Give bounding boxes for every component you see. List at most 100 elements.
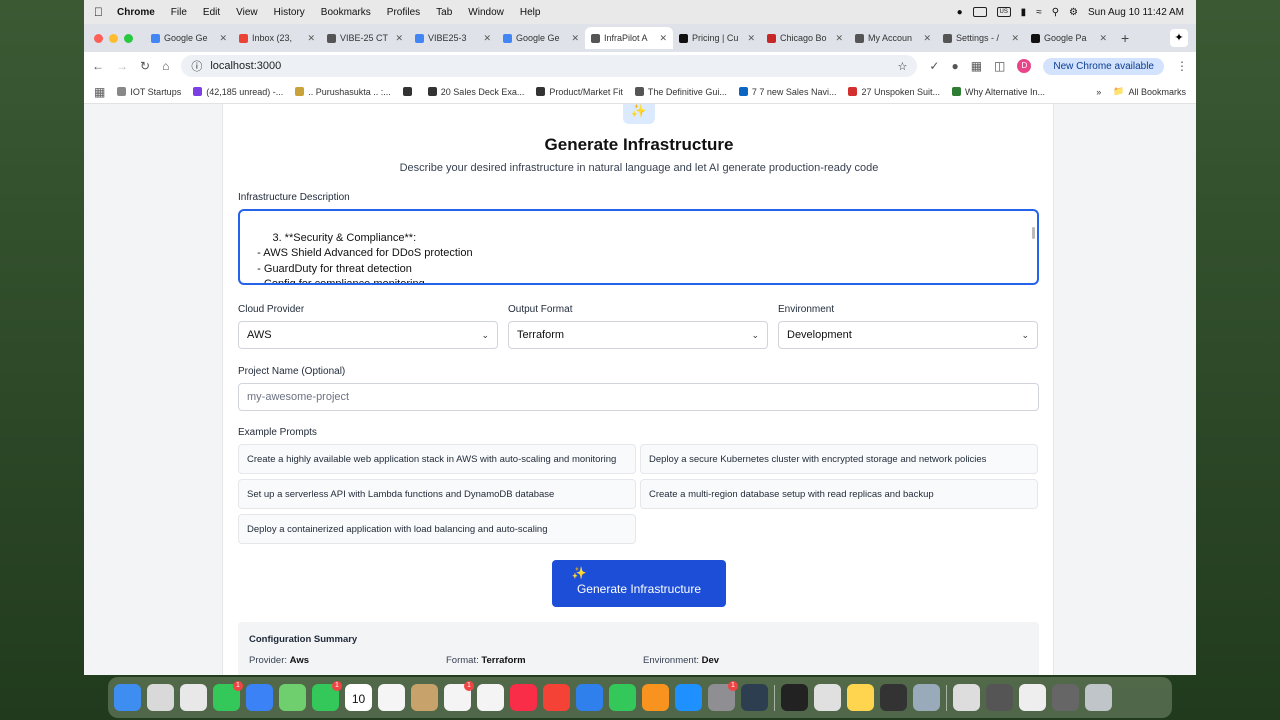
numbers-icon[interactable] bbox=[609, 684, 636, 711]
browser-tab[interactable]: My Accoun ✕ bbox=[849, 27, 937, 49]
menu-help[interactable]: Help bbox=[520, 7, 541, 18]
trash-icon[interactable] bbox=[1085, 684, 1112, 711]
chrome-icon[interactable] bbox=[180, 684, 207, 711]
bookmarks-overflow-icon[interactable]: » bbox=[1096, 87, 1101, 97]
all-bookmarks-button[interactable]: 📁 All Bookmarks bbox=[1113, 86, 1186, 97]
back-icon[interactable]: ← bbox=[92, 59, 104, 73]
notes-icon[interactable] bbox=[847, 684, 874, 711]
document-icon[interactable] bbox=[953, 684, 980, 711]
preview-icon[interactable] bbox=[913, 684, 940, 711]
apps-grid-icon[interactable]: ▦ bbox=[94, 85, 105, 99]
apple-icon[interactable]:  bbox=[94, 5, 103, 19]
menubar-clock[interactable]: Sun Aug 10 11:42 AM bbox=[1088, 7, 1184, 18]
output-format-select[interactable]: Terraform ⌄ bbox=[508, 321, 768, 349]
close-tab-icon[interactable]: ✕ bbox=[307, 33, 315, 44]
new-tab-button[interactable]: + bbox=[1121, 30, 1129, 46]
bookmark-item[interactable]: 27 Unspoken Suit... bbox=[848, 87, 940, 97]
colorsync-icon[interactable] bbox=[814, 684, 841, 711]
browser-tab[interactable]: Pricing | Cu ✕ bbox=[673, 27, 761, 49]
environment-select[interactable]: Development ⌄ bbox=[778, 321, 1038, 349]
menu-history[interactable]: History bbox=[274, 7, 305, 18]
contacts-icon[interactable] bbox=[411, 684, 438, 711]
bookmark-item[interactable]: The Definitive Gui... bbox=[634, 87, 727, 97]
bookmark-item[interactable]: .. Purushasukta .. :... bbox=[295, 87, 391, 97]
record-icon[interactable]: ● bbox=[957, 7, 963, 18]
side-panel-icon[interactable]: ◫ bbox=[994, 59, 1005, 73]
browser-tab[interactable]: Inbox (23, ✕ bbox=[233, 27, 321, 49]
bookmark-item[interactable]: Product/Market Fit bbox=[536, 87, 623, 97]
example-prompt-5[interactable]: Deploy a containerized application with … bbox=[238, 514, 636, 544]
document-3-icon[interactable] bbox=[1019, 684, 1046, 711]
example-prompt-1[interactable]: Create a highly available web applicatio… bbox=[238, 444, 636, 474]
document-2-icon[interactable] bbox=[986, 684, 1013, 711]
music-icon[interactable] bbox=[510, 684, 537, 711]
forward-icon[interactable]: → bbox=[116, 59, 128, 73]
browser-tab[interactable]: VIBE-25 CT ✕ bbox=[321, 27, 409, 49]
zoom-window-button[interactable] bbox=[124, 33, 133, 43]
close-tab-icon[interactable]: ✕ bbox=[747, 33, 755, 44]
url-text[interactable]: localhost:3000 bbox=[210, 60, 281, 72]
finder-icon[interactable] bbox=[114, 684, 141, 711]
menu-view[interactable]: View bbox=[236, 7, 258, 18]
document-4-icon[interactable] bbox=[1052, 684, 1079, 711]
home-icon[interactable]: ⌂ bbox=[162, 59, 169, 73]
browser-tab[interactable]: Google Ge ✕ bbox=[145, 27, 233, 49]
control-center-icon[interactable]: ⚙ bbox=[1069, 7, 1078, 18]
example-prompt-3[interactable]: Set up a serverless API with Lambda func… bbox=[238, 479, 636, 509]
app-store-icon[interactable] bbox=[675, 684, 702, 711]
freeform-icon[interactable] bbox=[477, 684, 504, 711]
photos-icon[interactable] bbox=[378, 684, 405, 711]
minimize-window-button[interactable] bbox=[109, 33, 118, 43]
browser-tab[interactable]: VIBE25-3 ✕ bbox=[409, 27, 497, 49]
close-tab-icon[interactable]: ✕ bbox=[483, 33, 491, 44]
close-tab-icon[interactable]: ✕ bbox=[1099, 33, 1107, 44]
input-source-indicator[interactable]: US bbox=[996, 7, 1011, 17]
menubar-app-name[interactable]: Chrome bbox=[117, 7, 155, 18]
bookmark-item[interactable]: 7 7 new Sales Navi... bbox=[738, 87, 836, 97]
kebab-menu-icon[interactable]: ⋮ bbox=[1176, 59, 1188, 73]
close-tab-icon[interactable]: ✕ bbox=[659, 33, 667, 44]
menu-file[interactable]: File bbox=[171, 7, 187, 18]
reload-icon[interactable]: ↻ bbox=[140, 59, 150, 73]
description-textarea[interactable]: 3. **Security & Compliance**: - AWS Shie… bbox=[238, 209, 1039, 285]
address-bar[interactable]: ⓘ localhost:3000 ☆ bbox=[181, 55, 918, 77]
pages-icon[interactable] bbox=[642, 684, 669, 711]
browser-tab[interactable]: Google Pa ✕ bbox=[1025, 27, 1113, 49]
puzzle-icon[interactable]: ▦ bbox=[971, 59, 982, 73]
close-tab-icon[interactable]: ✕ bbox=[219, 33, 227, 44]
example-prompt-2[interactable]: Deploy a secure Kubernetes cluster with … bbox=[640, 444, 1038, 474]
system-settings-icon[interactable]: 1 bbox=[708, 681, 738, 711]
cursor-icon[interactable] bbox=[880, 684, 907, 711]
bookmark-item[interactable]: (42,185 unread) -... bbox=[193, 87, 283, 97]
close-tab-icon[interactable]: ✕ bbox=[923, 33, 931, 44]
quicktime-icon[interactable] bbox=[741, 684, 768, 711]
bookmark-item[interactable]: 20 Sales Deck Exa... bbox=[427, 87, 524, 97]
calendar-icon[interactable]: 10 bbox=[345, 684, 372, 711]
bookmark-item[interactable] bbox=[402, 87, 416, 96]
menu-window[interactable]: Window bbox=[468, 7, 504, 18]
new-chrome-available-button[interactable]: New Chrome available bbox=[1043, 57, 1164, 75]
close-tab-icon[interactable]: ✕ bbox=[395, 33, 403, 44]
gemini-icon[interactable]: ✦ bbox=[1170, 29, 1188, 47]
display-icon[interactable] bbox=[972, 7, 987, 17]
description-text[interactable]: 3. **Security & Compliance**: - AWS Shie… bbox=[248, 232, 482, 284]
close-tab-icon[interactable]: ✕ bbox=[1011, 33, 1019, 44]
maps-icon[interactable] bbox=[279, 684, 306, 711]
browser-tab[interactable]: Chicago Bo ✕ bbox=[761, 27, 849, 49]
terminal-icon[interactable] bbox=[781, 684, 808, 711]
browser-tab[interactable]: Google Ge ✕ bbox=[497, 27, 585, 49]
menu-profiles[interactable]: Profiles bbox=[387, 7, 420, 18]
project-name-input[interactable]: my-awesome-project bbox=[238, 383, 1039, 411]
bookmark-item[interactable]: Why Alternative In... bbox=[952, 87, 1045, 97]
menu-bookmarks[interactable]: Bookmarks bbox=[321, 7, 371, 18]
close-window-button[interactable] bbox=[94, 33, 103, 43]
facetime-icon[interactable]: 1 bbox=[312, 681, 342, 711]
mail-icon[interactable] bbox=[246, 684, 273, 711]
example-prompt-4[interactable]: Create a multi-region database setup wit… bbox=[640, 479, 1038, 509]
search-icon[interactable]: ⚲ bbox=[1052, 7, 1059, 18]
close-tab-icon[interactable]: ✕ bbox=[571, 33, 579, 44]
bookmark-star-icon[interactable]: ☆ bbox=[898, 60, 908, 73]
bookmark-item[interactable]: IOT Startups bbox=[117, 87, 181, 97]
site-info-icon[interactable]: ⓘ bbox=[191, 58, 202, 74]
browser-tab[interactable]: InfraPilot A ✕ bbox=[585, 27, 673, 49]
